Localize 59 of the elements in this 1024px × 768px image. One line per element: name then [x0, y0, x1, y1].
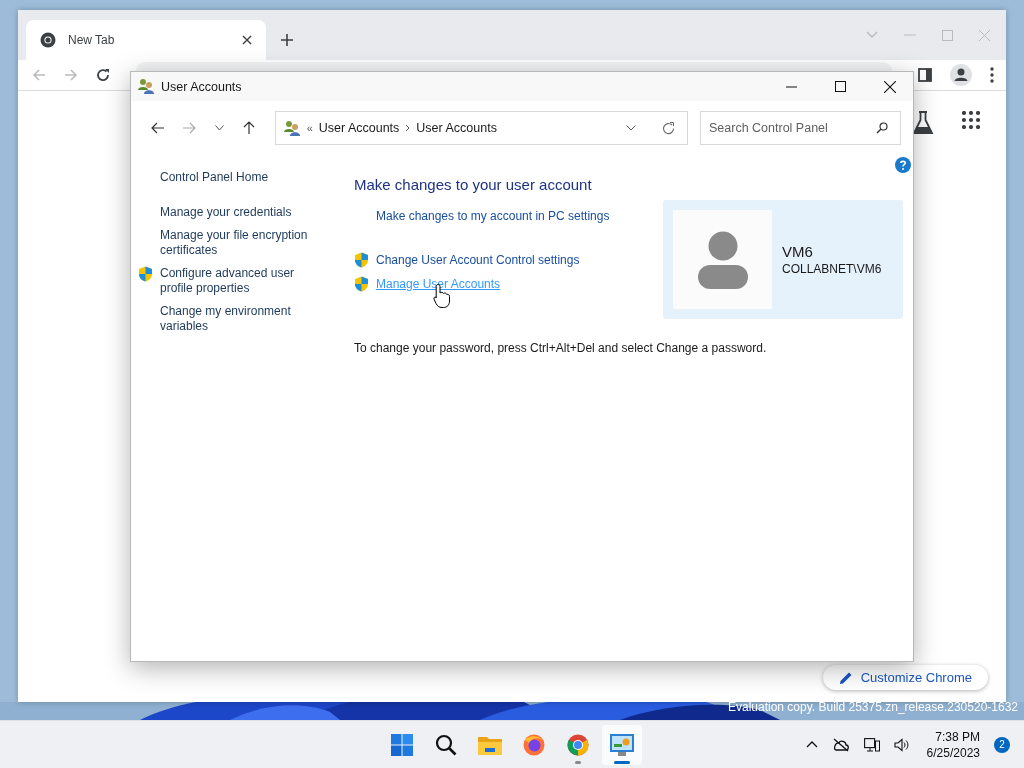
volume-icon[interactable] [893, 737, 909, 752]
notification-badge[interactable]: 2 [994, 736, 1010, 753]
browser-tab[interactable]: New Tab [26, 20, 266, 60]
firefox-icon [523, 733, 545, 756]
cloud-off-icon[interactable] [831, 737, 850, 752]
chrome-logo-icon [567, 733, 589, 756]
account-name: COLLABNET\VM6 [782, 262, 882, 276]
control-panel-icon [610, 733, 634, 756]
page-heading: Make changes to your user account [354, 176, 593, 193]
address-bar[interactable]: « User Accounts User Accounts [274, 111, 688, 145]
avatar-icon [696, 230, 749, 289]
back-arrow-icon[interactable] [151, 122, 166, 134]
breadcrumb[interactable]: User Accounts [416, 121, 497, 135]
task-link[interactable]: Change User Account Control settings [376, 252, 610, 268]
search-icon[interactable] [876, 122, 888, 134]
window-title: User Accounts [161, 79, 243, 94]
breadcrumb[interactable]: User Accounts [318, 121, 400, 135]
clock[interactable]: 7:38 PM 6/25/2023 [926, 728, 980, 761]
apps-grid-icon[interactable] [962, 111, 980, 129]
customize-chrome-button[interactable]: Customize Chrome [822, 665, 988, 690]
close-icon[interactable] [884, 80, 896, 93]
sidebar-link[interactable]: Change my environment variables [160, 304, 320, 334]
side-panel-icon[interactable] [918, 68, 932, 82]
task-link[interactable]: Make changes to my account in PC settings [376, 209, 610, 224]
flask-icon[interactable] [912, 111, 934, 135]
up-arrow-icon[interactable] [243, 121, 256, 135]
users-icon [283, 119, 301, 137]
new-tab-icon[interactable] [280, 33, 294, 47]
chevron-down-icon[interactable] [214, 125, 224, 131]
reload-icon[interactable] [96, 68, 110, 82]
search-icon [435, 733, 457, 756]
password-hint: To change your password, press Ctrl+Alt+Del and select Change a password. [354, 341, 768, 355]
profile-icon[interactable] [950, 64, 972, 86]
help-icon[interactable] [895, 157, 911, 173]
chrome-logo-icon [40, 32, 56, 48]
network-icon[interactable] [863, 737, 880, 752]
sidebar-link[interactable]: Manage your file encryption certificates [160, 228, 320, 258]
folder-icon [478, 734, 502, 755]
refresh-icon[interactable] [662, 121, 675, 135]
sidebar-link[interactable]: Configure advanced user profile properties [160, 266, 320, 296]
users-icon [138, 78, 155, 95]
chevron-down-icon[interactable] [626, 125, 636, 131]
clock-date: 6/25/2023 [926, 744, 980, 761]
sidebar-link[interactable]: Control Panel Home [160, 170, 320, 185]
address-field[interactable] [136, 62, 892, 71]
build-info-text: Evaluation copy. Build 25375.zn_release.230520-1632 [728, 700, 1018, 714]
overflow-chevrons[interactable]: « [306, 122, 313, 134]
search-field[interactable]: Search Control Panel [700, 111, 901, 145]
sidebar-link[interactable]: Manage your credentials [160, 205, 320, 220]
clock-time: 7:38 PM [935, 728, 980, 745]
minimize-icon[interactable] [786, 85, 797, 88]
chevron-right-icon [405, 124, 411, 132]
close-icon[interactable] [242, 35, 252, 45]
pencil-icon [838, 670, 853, 685]
start-icon [391, 733, 413, 756]
menu-icon[interactable] [990, 67, 994, 83]
user-name: VM6 [782, 243, 814, 260]
chevron-up-icon[interactable] [805, 741, 818, 748]
maximize-icon[interactable] [835, 81, 846, 92]
